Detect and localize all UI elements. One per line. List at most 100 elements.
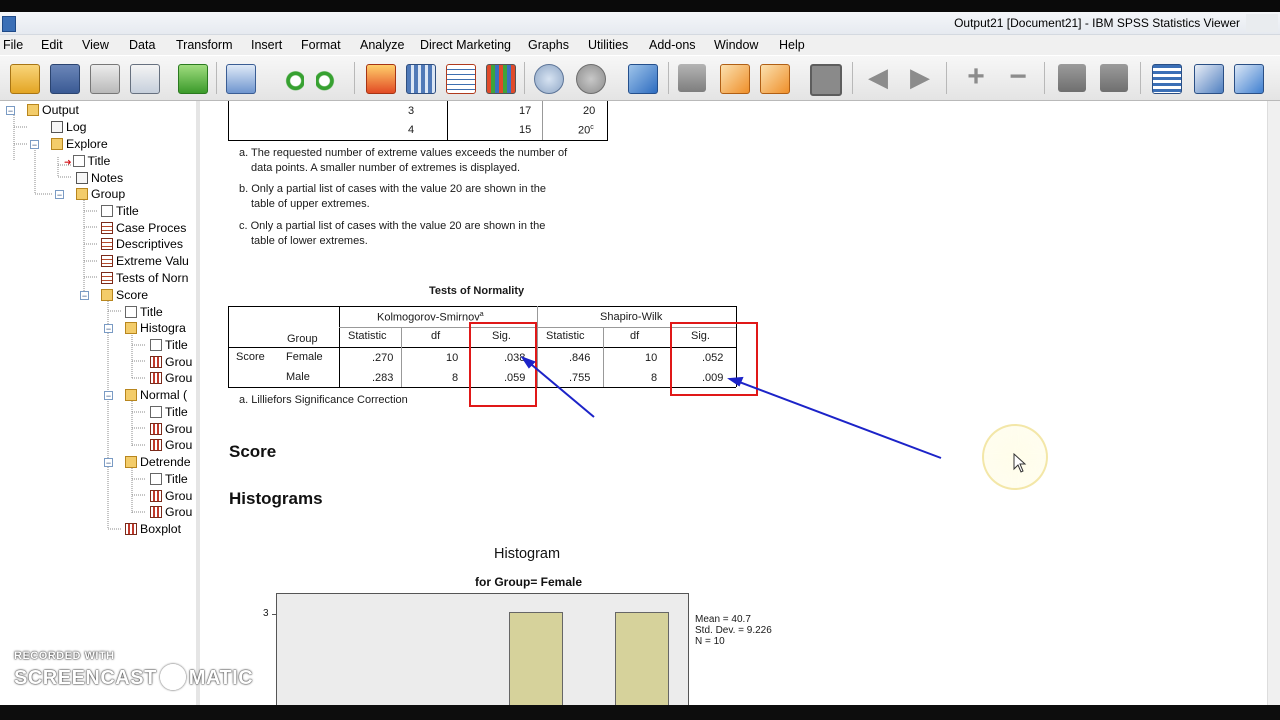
export-output-icon[interactable] [1234, 64, 1264, 94]
save-icon[interactable] [50, 64, 80, 94]
tree-item-output[interactable]: Output [27, 102, 79, 118]
collapse-histogram-toggle[interactable]: − [104, 324, 113, 334]
group-col-header: Group [287, 333, 318, 345]
menu-data[interactable]: Data [129, 38, 155, 52]
insert-heading-icon[interactable] [720, 64, 750, 94]
tree-item-log[interactable]: Log [51, 119, 87, 135]
lilliefors-footnote: a. Lilliefors Significance Correction [239, 394, 408, 406]
insert-text-icon[interactable] [810, 64, 842, 96]
collapse-score-toggle[interactable]: − [80, 291, 89, 301]
row-label-score: Score [236, 351, 265, 363]
sw-stat-female: .846 [569, 352, 591, 364]
tree-item-score-title[interactable]: Title [125, 304, 163, 320]
menu-format[interactable]: Format [301, 38, 341, 52]
menu-direct-marketing[interactable]: Direct Marketing [420, 38, 511, 52]
tree-item-boxplot[interactable]: Boxplot [125, 521, 181, 537]
insert-title-icon[interactable] [760, 64, 790, 94]
print-icon[interactable] [90, 64, 120, 94]
collapse-normal-qq-toggle[interactable]: − [104, 391, 113, 401]
export-icon[interactable] [178, 64, 208, 94]
histogram-bar[interactable] [509, 612, 563, 705]
undo-icon[interactable] [276, 64, 304, 92]
redo-icon[interactable] [316, 64, 344, 92]
histogram-title: Histogram [494, 546, 561, 562]
forward-icon[interactable]: ▶ [906, 64, 934, 92]
extreme-case-3: 3 [408, 105, 415, 117]
tree-item-score[interactable]: Score [101, 287, 148, 303]
tree-item-group[interactable]: Group [76, 186, 125, 202]
histogram-book-icon [125, 322, 137, 334]
designate-window-icon[interactable] [628, 64, 658, 94]
open-icon[interactable] [10, 64, 40, 94]
menu-utilities[interactable]: Utilities [588, 38, 628, 52]
collapse-detrended-toggle[interactable]: − [104, 458, 113, 468]
vertical-scrollbar[interactable] [1267, 101, 1280, 705]
tree-item-normal-title[interactable]: Title [150, 404, 188, 420]
collapse-group-toggle[interactable]: − [55, 190, 64, 200]
spss-app-icon[interactable] [2, 16, 16, 32]
menu-edit[interactable]: Edit [41, 38, 63, 52]
title-page-icon [101, 205, 113, 217]
menu-view[interactable]: View [82, 38, 109, 52]
extreme-number-15: 15 [519, 124, 532, 136]
tree-item-histogram-group-1[interactable]: Grou [150, 354, 192, 370]
menu-transform[interactable]: Transform [176, 38, 233, 52]
back-icon[interactable]: ◀ [864, 64, 892, 92]
menu-file[interactable]: File [3, 38, 23, 52]
tree-item-tests-of-normality[interactable]: Tests of Norn [101, 270, 188, 286]
title-page-icon [150, 406, 162, 418]
collapse-explore-toggle[interactable]: − [30, 140, 39, 150]
tree-item-descriptives[interactable]: Descriptives [101, 236, 183, 252]
use-sets-icon[interactable] [534, 64, 564, 94]
hide-icon[interactable] [1100, 64, 1128, 92]
tree-item-histogram-group-2[interactable]: Grou [150, 370, 192, 386]
menu-window[interactable]: Window [714, 38, 758, 52]
menu-analyze[interactable]: Analyze [360, 38, 404, 52]
window-controls[interactable] [1246, 14, 1278, 32]
title-page-icon [125, 306, 137, 318]
menu-insert[interactable]: Insert [251, 38, 282, 52]
tree-item-extreme-values[interactable]: Extreme Valu [101, 253, 189, 269]
tree-item-normal-qq[interactable]: Normal ( [125, 387, 187, 403]
tree-item-detrended-group-1[interactable]: Grou [150, 488, 192, 504]
outline-icon[interactable] [1194, 64, 1224, 94]
tree-item-case-processing[interactable]: Case Proces [101, 220, 186, 236]
tree-item-detrended-group-2[interactable]: Grou [150, 504, 192, 520]
pane-splitter[interactable] [196, 101, 200, 705]
tree-item-histogram-title[interactable]: Title [150, 337, 188, 353]
print-preview-icon[interactable] [130, 64, 160, 94]
histogram-bar[interactable] [615, 612, 669, 705]
collapse-output-toggle[interactable]: − [6, 106, 15, 116]
footnote-a-line2: data points. A smaller number of extreme… [251, 162, 521, 174]
insert-case-icon[interactable] [446, 64, 476, 94]
tree-item-detrended-title[interactable]: Title [150, 471, 188, 487]
menu-graphs[interactable]: Graphs [528, 38, 569, 52]
sw-header: Shapiro-Wilk [600, 311, 663, 323]
menu-add-ons[interactable]: Add-ons [649, 38, 696, 52]
expand-icon[interactable]: + [962, 62, 990, 92]
sw-df-male: 8 [651, 372, 658, 384]
tree-item-histogram[interactable]: Histogra [125, 320, 186, 336]
tree-item-title[interactable]: ➜ Title [64, 153, 110, 169]
collapse-icon[interactable]: − [1004, 62, 1032, 92]
title-bar: Output21 [Document21] - IBM SPSS Statist… [0, 12, 1280, 35]
recall-dialog-icon[interactable] [226, 64, 256, 94]
title-page-icon [72, 155, 85, 167]
menu-help[interactable]: Help [779, 38, 805, 52]
select-output-icon[interactable] [1152, 64, 1182, 94]
show-all-variables-icon[interactable] [576, 64, 606, 94]
tree-item-label: Grou [165, 505, 193, 519]
tree-item-normal-group-2[interactable]: Grou [150, 437, 192, 453]
goto-variable-icon[interactable] [406, 64, 436, 94]
show-icon[interactable] [1058, 64, 1086, 92]
tree-item-detrended[interactable]: Detrende [125, 454, 191, 470]
tree-item-normal-group-1[interactable]: Grou [150, 421, 192, 437]
tree-item-notes[interactable]: Notes [76, 170, 123, 186]
tree-item-explore[interactable]: Explore [51, 136, 108, 152]
watermark-matic: MATIC [188, 667, 254, 689]
tree-item-group-title[interactable]: Title [101, 203, 139, 219]
title-page-icon [150, 473, 162, 485]
goto-case-icon[interactable] [366, 64, 396, 94]
variables-icon[interactable] [486, 64, 516, 94]
promote-icon[interactable] [678, 64, 706, 92]
